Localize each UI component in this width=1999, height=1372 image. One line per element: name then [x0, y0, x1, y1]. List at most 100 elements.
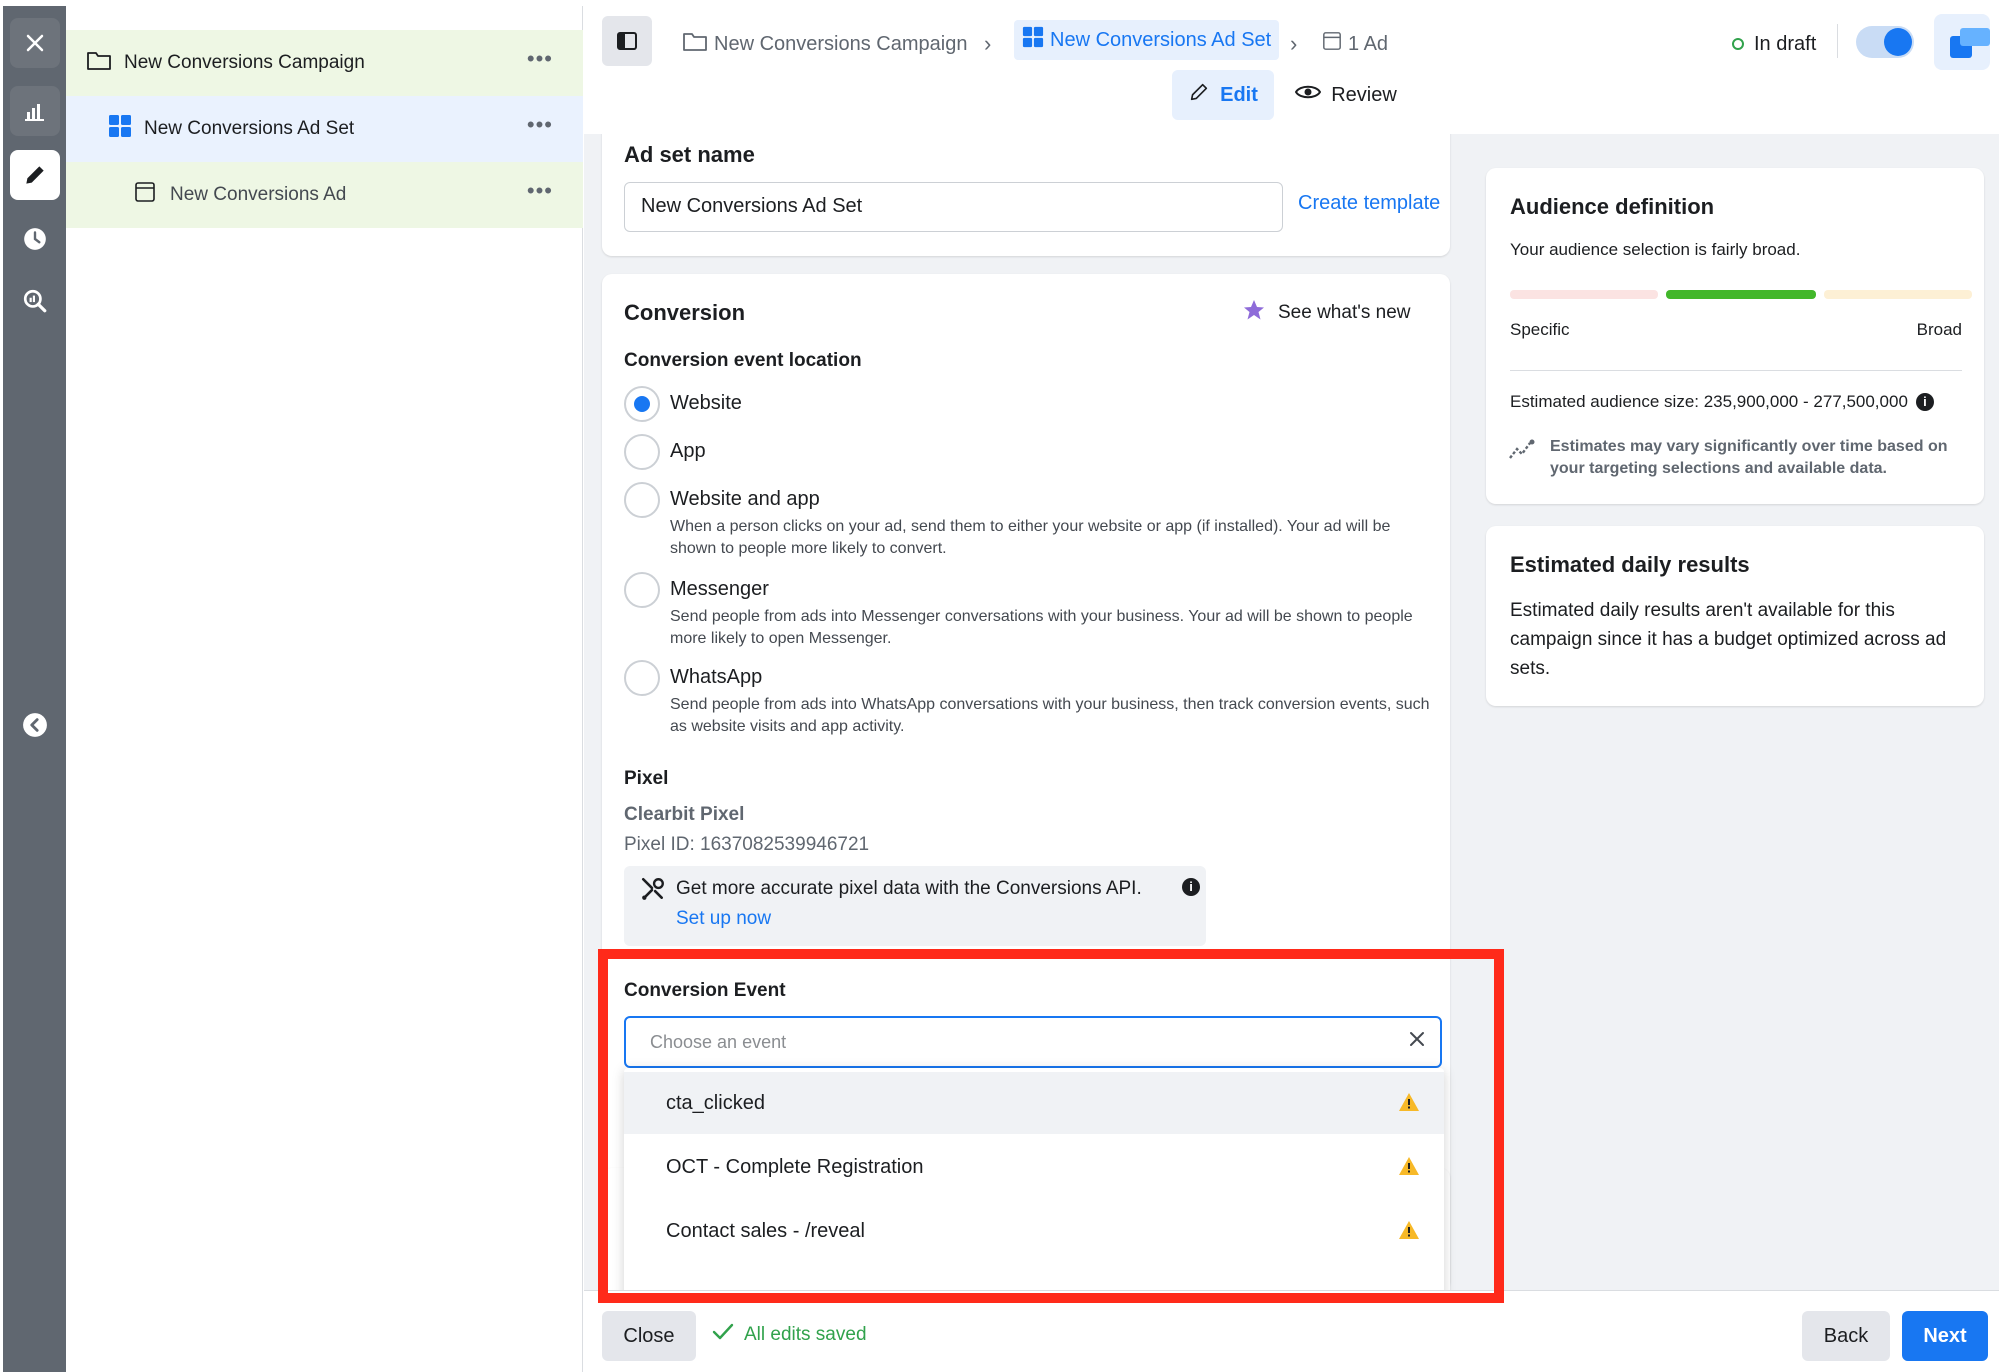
breadcrumb-adset[interactable]: New Conversions Ad Set — [1014, 20, 1280, 60]
more-icon[interactable]: ••• — [527, 114, 553, 136]
radio-label: Website and app — [670, 488, 820, 510]
option-label: Contact sales - /reveal — [666, 1219, 865, 1242]
radio-messenger[interactable] — [624, 572, 660, 608]
more-icon[interactable]: ••• — [527, 180, 553, 202]
edit-button[interactable]: Edit — [1172, 70, 1274, 120]
dropdown-option[interactable]: cta_clicked — [624, 1072, 1444, 1134]
more-icon[interactable]: ••• — [527, 48, 553, 70]
chevron-right-icon: › — [984, 31, 992, 56]
saved-text: All edits saved — [744, 1324, 867, 1345]
eye-icon — [1295, 83, 1322, 107]
status-text: In draft — [1754, 32, 1817, 55]
chart-icon[interactable] — [10, 86, 60, 136]
header: New Conversions Campaign › New Conversio… — [584, 6, 1999, 134]
pixel-label: Pixel — [624, 768, 669, 789]
toggle-panel-icon[interactable] — [602, 16, 652, 66]
main-content: Ad set name New Conversions Ad Set Creat… — [584, 134, 1999, 1290]
audience-size: Estimated audience size: 235,900,000 - 2… — [1510, 392, 1934, 412]
radio-description: Send people from ads into Messenger conv… — [670, 608, 1413, 647]
close-icon[interactable] — [10, 18, 60, 68]
next-button[interactable]: Next — [1902, 1311, 1988, 1361]
capi-text: Get more accurate pixel data with the Co… — [676, 878, 1142, 899]
info-icon[interactable]: i — [1915, 393, 1934, 411]
daily-results-text: Estimated daily results aren't available… — [1510, 600, 1947, 679]
trend-icon — [1508, 438, 1538, 467]
collapse-icon[interactable] — [10, 700, 60, 750]
pencil-icon[interactable] — [10, 150, 60, 200]
warning-icon — [1398, 1092, 1420, 1118]
radio-label: Website — [670, 392, 742, 414]
back-button[interactable]: Back — [1802, 1311, 1890, 1361]
status-badge: In draft — [1732, 22, 1816, 66]
pencil-icon — [1188, 81, 1210, 109]
app-logo[interactable] — [1934, 14, 1990, 70]
divider — [1837, 24, 1838, 58]
adset-name-label: Ad set name — [624, 142, 755, 167]
divider — [1510, 370, 1962, 371]
radio-website[interactable] — [624, 386, 660, 422]
daily-results-title: Estimated daily results — [1510, 552, 1750, 577]
see-whats-new-link[interactable]: See what's new — [1242, 298, 1410, 328]
toggle-knob — [1884, 28, 1912, 56]
saved-status: All edits saved — [712, 1323, 867, 1347]
clear-icon[interactable] — [1408, 1030, 1426, 1053]
left-rail — [3, 6, 66, 1372]
tree-item-campaign[interactable]: New Conversions Campaign ••• — [66, 30, 583, 96]
radio-description: When a person clicks on your ad, send th… — [670, 518, 1391, 557]
chevron-right-icon: › — [1290, 31, 1298, 56]
folder-icon — [86, 49, 112, 77]
location-label: Conversion event location — [624, 350, 862, 371]
breadcrumb-campaign[interactable]: New Conversions Campaign — [682, 22, 967, 66]
close-button[interactable]: Close — [602, 1311, 696, 1361]
dropdown-option[interactable]: Contact sales - /reveal — [624, 1200, 1444, 1262]
pixel-name: Clearbit Pixel — [624, 804, 745, 825]
radio-app[interactable] — [624, 434, 660, 470]
warning-icon — [1398, 1220, 1420, 1246]
audience-title: Audience definition — [1510, 194, 1715, 219]
setup-now-link[interactable]: Set up now — [676, 908, 771, 930]
pixel-id: Pixel ID: 1637082539946721 — [624, 834, 870, 855]
status-dot-icon — [1732, 38, 1744, 50]
tree-item-ad[interactable]: New Conversions Ad ••• — [66, 162, 583, 228]
clock-icon[interactable] — [10, 214, 60, 264]
radio-label: Messenger — [670, 578, 769, 600]
radio-label: WhatsApp — [670, 666, 763, 688]
audience-meter-specific — [1510, 290, 1658, 299]
review-label: Review — [1331, 83, 1397, 106]
review-button[interactable]: Review — [1284, 70, 1408, 120]
event-dropdown: cta_clicked OCT - Complete Registration … — [624, 1068, 1444, 1290]
tree-item-label: New Conversions Ad — [170, 184, 347, 205]
capi-notice: Get more accurate pixel data with the Co… — [624, 866, 1206, 946]
conversion-title: Conversion — [624, 300, 746, 325]
create-template-link[interactable]: Create template — [1298, 192, 1440, 215]
breadcrumb-ad[interactable]: 1 Ad — [1322, 22, 1388, 66]
conversion-event-input[interactable]: Choose an event — [624, 1016, 1442, 1068]
ad-icon — [1322, 31, 1342, 57]
option-label: cta_clicked — [666, 1091, 765, 1114]
breadcrumb-label: 1 Ad — [1348, 32, 1389, 55]
dropdown-option[interactable]: OCT - Complete Registration — [624, 1136, 1444, 1198]
audience-size-text: Estimated audience size: 235,900,000 - 2… — [1510, 392, 1908, 411]
draft-toggle[interactable] — [1856, 26, 1914, 58]
tree-item-adset[interactable]: New Conversions Ad Set ••• — [66, 96, 583, 162]
footer: Close All edits saved Back Next — [584, 1290, 1999, 1372]
radio-whatsapp[interactable] — [624, 660, 660, 696]
edit-label: Edit — [1220, 83, 1258, 106]
radio-website-and-app[interactable] — [624, 482, 660, 518]
warning-icon — [1398, 1156, 1420, 1182]
daily-results-card: Estimated daily results Estimated daily … — [1486, 526, 1984, 706]
adset-name-input[interactable]: New Conversions Ad Set — [624, 182, 1283, 232]
specific-label: Specific — [1510, 320, 1570, 339]
grid-icon — [1022, 26, 1044, 54]
tree-item-label: New Conversions Ad Set — [144, 118, 355, 139]
search-chart-icon[interactable] — [10, 276, 60, 326]
breadcrumb-label: New Conversions Ad Set — [1050, 28, 1272, 51]
see-whats-new-label: See what's new — [1278, 302, 1411, 323]
info-icon[interactable]: i — [1182, 878, 1200, 896]
event-placeholder: Choose an event — [650, 1032, 787, 1052]
radio-description: Send people from ads into WhatsApp conve… — [670, 696, 1430, 735]
folder-icon — [682, 30, 708, 58]
audience-note: Estimates may vary significantly over ti… — [1550, 438, 1948, 477]
ad-icon — [134, 181, 156, 209]
grid-icon — [108, 114, 132, 144]
